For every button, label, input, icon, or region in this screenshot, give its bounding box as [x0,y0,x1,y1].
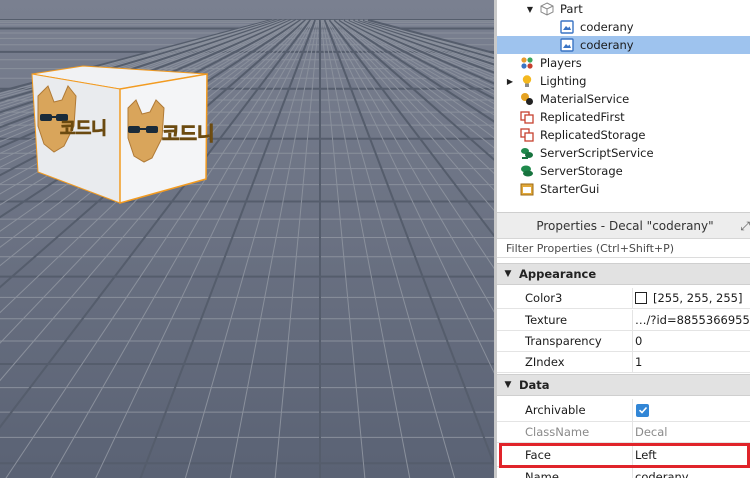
starter-gui-icon [519,181,535,196]
explorer-item-label: ReplicatedFirst [540,110,625,124]
explorer-item-label: coderany [580,20,634,34]
collapse-arrow-icon[interactable]: ▼ [497,269,519,279]
filter-placeholder: Filter Properties (Ctrl+Shift+P) [506,241,675,255]
svg-text:코드니: 코드니 [60,119,107,139]
explorer-item-replicatedfirst[interactable]: ReplicatedFirst [497,108,750,126]
explorer-tree: ▼ Part coderany coderany Players ▶ Lighting Mat… [497,0,750,196]
explorer-item-label: Lighting [540,74,587,88]
explorer-item-serverstorage[interactable]: ServerStorage [497,162,750,180]
property-value[interactable]: 0 [635,334,642,348]
property-name: Name [497,467,633,478]
property-row-archivable[interactable]: Archivable [497,399,750,422]
decal-icon [559,19,575,35]
property-value: Decal [635,425,668,439]
property-name: Face [497,443,633,466]
property-value[interactable]: Left [635,448,657,462]
property-row-zindex[interactable]: ZIndex 1 [497,352,750,373]
expand-arrow-icon[interactable]: ▶ [505,72,515,90]
explorer-item-label: StarterGui [540,182,600,196]
material-service-icon [519,91,535,107]
archivable-checkbox[interactable] [636,403,649,417]
property-value[interactable]: [255, 255, 255] [653,291,742,305]
explorer-item-lighting[interactable]: ▶ Lighting [497,72,750,90]
property-value[interactable]: 1 [635,355,642,369]
lighting-icon [519,73,535,89]
server-script-service-icon [519,145,535,161]
property-name: ZIndex [497,352,633,372]
filter-properties-input[interactable]: Filter Properties (Ctrl+Shift+P) [497,239,750,258]
explorer-item-part[interactable]: ▼ Part [497,0,750,18]
explorer-item-label: MaterialService [540,92,630,106]
replicated-storage-icon [519,127,535,143]
property-name: Texture [497,310,633,330]
properties-title-bar: Properties - Decal "coderany" ⤢ [497,212,750,239]
explorer-item-materialservice[interactable]: MaterialService [497,90,750,108]
color-swatch[interactable] [635,292,647,304]
explorer-item-label: ReplicatedStorage [540,128,646,142]
explorer-item-serverscriptservice[interactable]: ServerScriptService [497,144,750,162]
svg-text:코드니: 코드니 [162,123,214,145]
explorer-item-label: Part [560,2,583,16]
explorer-item-label: ServerScriptService [540,146,654,160]
explorer-item-players[interactable]: Players [497,54,750,72]
property-value[interactable]: coderany [635,470,689,478]
collapse-arrow-icon[interactable]: ▼ [525,0,535,18]
decal-icon [559,37,575,53]
collapse-arrow-icon[interactable]: ▼ [497,380,519,390]
property-row-classname: ClassName Decal [497,422,750,443]
players-icon [519,55,535,71]
explorer-item-label: Players [540,56,582,70]
right-panel: ▼ Part coderany coderany Players ▶ Lighting Mat… [494,0,750,478]
part-icon [539,1,555,17]
property-row-texture[interactable]: Texture …/?id=8855366955058600 [497,310,750,331]
explorer-item-coderany[interactable]: coderany [497,36,750,54]
explorer-item-startergui[interactable]: StarterGui [497,180,750,196]
category-label: Appearance [519,267,597,281]
category-label: Data [519,378,550,392]
checkmark-icon [638,406,647,414]
property-row-color3[interactable]: Color3 [255, 255, 255] [497,288,750,309]
replicated-first-icon [519,109,535,125]
properties-title: Properties - Decal "coderany" [536,218,714,233]
property-row-face[interactable]: Face Left [497,443,750,467]
explorer-item-coderany[interactable]: coderany [497,18,750,36]
property-row-transparency[interactable]: Transparency 0 [497,331,750,352]
3d-viewport[interactable]: 코드니 코드니 [0,0,494,478]
explorer-item-label: coderany [580,38,634,52]
explorer-item-replicatedstorage[interactable]: ReplicatedStorage [497,126,750,144]
explorer-item-label: ServerStorage [540,164,623,178]
property-row-name[interactable]: Name coderany [497,467,750,478]
category-appearance[interactable]: ▼ Appearance [497,263,750,285]
server-storage-icon [519,163,535,179]
undock-icon[interactable]: ⤢ [740,219,750,234]
property-name: Archivable [497,399,633,421]
property-name: Transparency [497,331,633,351]
property-name: ClassName [497,422,633,442]
property-value[interactable]: …/?id=8855366955058600 [635,313,750,327]
property-name: Color3 [497,288,633,308]
category-data[interactable]: ▼ Data [497,374,750,396]
